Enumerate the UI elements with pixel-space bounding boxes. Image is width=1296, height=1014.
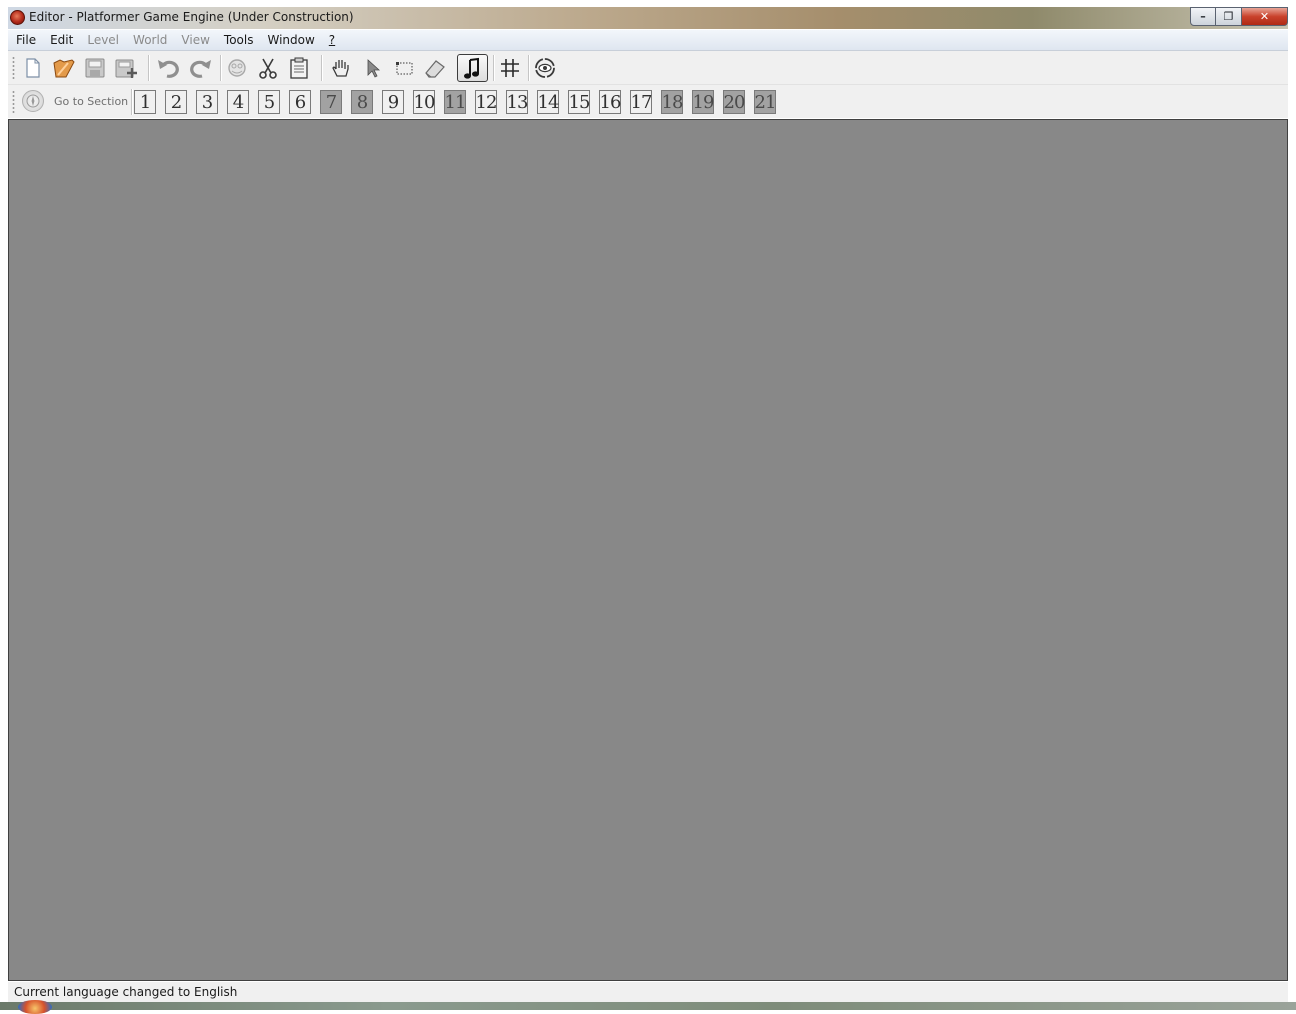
eye-cycle-icon — [535, 58, 555, 78]
status-bar: Current language changed to English — [8, 982, 1288, 1002]
open-file-button[interactable] — [51, 55, 77, 81]
section-button-1[interactable]: 1 — [134, 90, 156, 114]
dotted-rectangle-icon — [396, 62, 413, 75]
maximize-button[interactable]: ❐ — [1216, 7, 1242, 26]
toolbar-separator — [220, 55, 222, 81]
section-button-14[interactable]: 14 — [537, 90, 559, 114]
menu-level[interactable]: Level — [81, 33, 125, 47]
section-button-20[interactable]: 20 — [723, 90, 745, 114]
section-button-4[interactable]: 4 — [227, 90, 249, 114]
toolbar-separator — [321, 55, 323, 81]
select-tool-button[interactable] — [359, 55, 385, 81]
animate-toggle-button[interactable] — [532, 55, 558, 81]
eraser-tool-button[interactable] — [422, 55, 448, 81]
window-controls: – ❐ ✕ — [1190, 7, 1288, 27]
toolbar-separator — [528, 55, 530, 81]
section-button-15[interactable]: 15 — [568, 90, 590, 114]
section-button-3[interactable]: 3 — [196, 90, 218, 114]
section-button-11[interactable]: 11 — [444, 90, 466, 114]
section-button-9[interactable]: 9 — [382, 90, 404, 114]
section-toolbar: Go to Section 1 2 3 4 5 6 7 8 9 10 11 12 13 14 15 16 17 1… — [8, 85, 1288, 118]
section-button-5[interactable]: 5 — [258, 90, 280, 114]
cut-button[interactable] — [255, 55, 281, 81]
toolbar-separator — [148, 55, 150, 81]
menu-tools[interactable]: Tools — [218, 33, 260, 47]
section-button-19[interactable]: 19 — [692, 90, 714, 114]
start-orb-icon[interactable] — [18, 1000, 52, 1014]
save-plus-icon — [115, 59, 137, 78]
section-button-13[interactable]: 13 — [506, 90, 528, 114]
save-as-button[interactable] — [113, 55, 139, 81]
eraser-icon — [425, 60, 445, 78]
toolbar-grip[interactable] — [12, 56, 15, 80]
hand-icon — [332, 60, 349, 77]
section-button-2[interactable]: 2 — [165, 90, 187, 114]
menu-view[interactable]: View — [175, 33, 215, 47]
menu-bar: File Edit Level World View Tools Window … — [8, 30, 1288, 51]
undo-button[interactable] — [156, 55, 182, 81]
menu-window[interactable]: Window — [261, 33, 320, 47]
toolbar-grip[interactable] — [12, 90, 15, 114]
music-tool-button[interactable] — [457, 54, 488, 82]
section-button-21[interactable]: 21 — [754, 90, 776, 114]
redo-icon — [190, 60, 211, 78]
section-button-18[interactable]: 18 — [661, 90, 683, 114]
app-icon[interactable] — [10, 10, 25, 25]
minimize-button[interactable]: – — [1190, 7, 1216, 26]
music-note-icon — [463, 57, 479, 79]
paste-button[interactable] — [286, 55, 312, 81]
toolbar-separator — [131, 89, 133, 115]
redo-button[interactable] — [187, 55, 213, 81]
copy-button[interactable] — [224, 55, 250, 81]
copy-icon — [228, 59, 246, 77]
menu-edit[interactable]: Edit — [44, 33, 79, 47]
section-button-12[interactable]: 12 — [475, 90, 497, 114]
section-button-10[interactable]: 10 — [413, 90, 435, 114]
scissors-icon — [259, 58, 277, 79]
resize-tool-button[interactable] — [392, 55, 418, 81]
main-toolbar — [8, 51, 1288, 85]
menu-world[interactable]: World — [127, 33, 173, 47]
compass-icon — [26, 94, 40, 108]
section-button-7[interactable]: 7 — [320, 90, 342, 114]
new-file-button[interactable] — [20, 55, 46, 81]
title-bar[interactable]: Editor - Platformer Game Engine (Under C… — [8, 7, 1288, 29]
section-button-8[interactable]: 8 — [351, 90, 373, 114]
hand-tool-button[interactable] — [328, 55, 354, 81]
save-icon — [85, 58, 105, 78]
new-file-icon — [26, 58, 40, 78]
goto-section-label: Go to Section — [54, 95, 129, 108]
undo-icon — [158, 60, 179, 78]
close-button[interactable]: ✕ — [1242, 7, 1288, 26]
clipboard-icon — [290, 57, 308, 79]
section-button-17[interactable]: 17 — [630, 90, 652, 114]
window-title: Editor - Platformer Game Engine (Under C… — [29, 10, 354, 24]
grid-icon — [501, 59, 519, 77]
menu-file[interactable]: File — [10, 33, 42, 47]
editor-canvas[interactable] — [8, 119, 1288, 981]
section-button-6[interactable]: 6 — [289, 90, 311, 114]
arrow-pointer-icon — [367, 59, 381, 78]
grid-toggle-button[interactable] — [497, 55, 523, 81]
section-button-16[interactable]: 16 — [599, 90, 621, 114]
goto-section-button[interactable] — [22, 90, 44, 112]
toolbar-separator — [493, 55, 495, 81]
menu-help[interactable]: ? — [323, 33, 341, 47]
save-button[interactable] — [82, 55, 108, 81]
folder-open-icon — [53, 59, 75, 78]
status-message: Current language changed to English — [14, 985, 238, 999]
desktop-taskbar — [0, 1002, 1296, 1010]
